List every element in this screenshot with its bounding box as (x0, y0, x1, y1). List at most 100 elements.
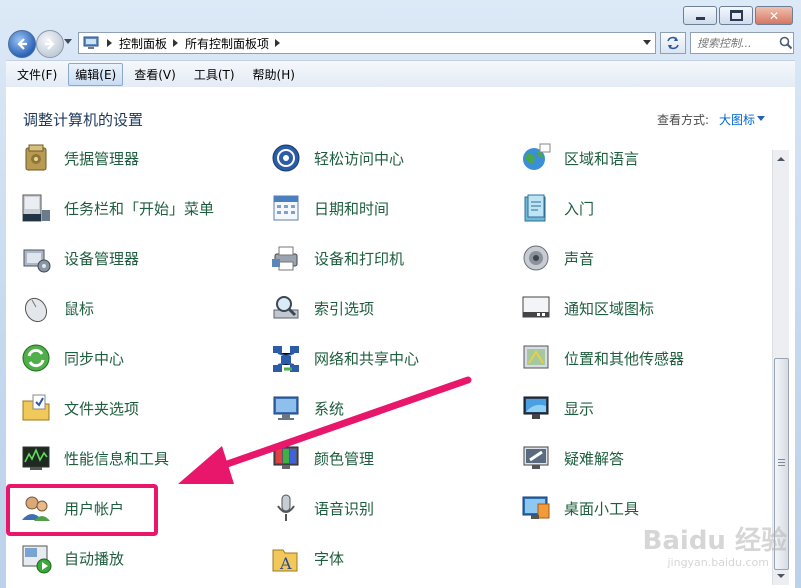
control-panel-item-label[interactable]: 设备管理器 (64, 248, 139, 269)
highlight-box (6, 484, 158, 536)
display-icon (523, 396, 549, 419)
control-panel-item-label[interactable]: 区域和语言 (564, 148, 639, 169)
notification-icon (522, 296, 550, 318)
sync-icon (22, 344, 50, 372)
breadcrumb-separator-icon[interactable] (173, 39, 179, 47)
vault-icon (25, 144, 47, 171)
control-panel-item[interactable]: 网络和共享中心 (270, 338, 419, 378)
control-panel-item-label[interactable]: 性能信息和工具 (64, 448, 169, 469)
control-panel-item[interactable]: 自动播放 (20, 538, 124, 578)
control-panel-item-label[interactable]: 位置和其他传感器 (564, 348, 684, 369)
control-panel-item[interactable]: A 字体 (270, 538, 344, 578)
address-bar[interactable]: 控制面板 所有控制面板项 (78, 32, 656, 54)
control-panel-item[interactable]: 轻松访问中心 (270, 138, 404, 178)
control-panel-item[interactable]: 索引选项 (270, 288, 374, 328)
menu-file[interactable]: 文件(F) (10, 63, 64, 86)
search-input[interactable] (691, 35, 775, 51)
address-dropdown-icon[interactable] (643, 40, 651, 45)
control-panel-item[interactable]: 日期和时间 (270, 188, 389, 228)
control-panel-item-label[interactable]: 网络和共享中心 (314, 348, 419, 369)
control-panel-item[interactable]: 通知区域图标 (520, 288, 654, 328)
control-panel-item-label[interactable]: 字体 (314, 548, 344, 569)
breadcrumb-control-panel[interactable]: 控制面板 (119, 35, 171, 52)
view-by-label: 查看方式: (656, 113, 709, 127)
control-panel-item-label[interactable]: 通知区域图标 (564, 298, 654, 319)
scroll-up-button[interactable] (775, 152, 787, 166)
control-panel-item[interactable]: 文件夹选项 (20, 388, 139, 428)
breadcrumb-all-items[interactable]: 所有控制面板项 (185, 35, 273, 52)
back-button[interactable] (8, 30, 36, 58)
control-panel-item[interactable]: 位置和其他传感器 (520, 338, 684, 378)
refresh-button[interactable] (660, 32, 686, 54)
view-by-chevron-icon[interactable] (757, 116, 765, 121)
control-panel-item-label[interactable]: 颜色管理 (314, 448, 374, 469)
maximize-icon (729, 10, 743, 21)
minimize-button[interactable] (683, 6, 717, 25)
control-panel-item-label[interactable]: 疑难解答 (564, 448, 624, 469)
forward-arrow-icon (45, 38, 55, 50)
control-panel-item[interactable]: 鼠标 (20, 288, 94, 328)
control-panel-item-label[interactable]: 同步中心 (64, 348, 124, 369)
control-panel-item[interactable]: 设备管理器 (20, 238, 139, 278)
control-panel-item-label[interactable]: 显示 (564, 398, 594, 419)
control-panel-item[interactable]: 设备和打印机 (270, 238, 404, 278)
gadgets-icon (522, 496, 550, 519)
scroll-down-button[interactable] (775, 569, 787, 583)
control-panel-item[interactable]: 声音 (520, 238, 594, 278)
control-panel-item[interactable]: 桌面小工具 (520, 488, 639, 528)
control-panel-item[interactable]: 性能信息和工具 (20, 438, 169, 478)
control-panel-item-label[interactable]: 声音 (564, 248, 594, 269)
control-panel-item-label[interactable]: 鼠标 (64, 298, 94, 319)
control-panel-item-label[interactable]: 凭据管理器 (64, 148, 139, 169)
recent-pages-chevron-icon[interactable] (64, 39, 72, 44)
back-arrow-icon (17, 38, 27, 50)
search-icon[interactable] (779, 36, 793, 50)
speaker-icon (523, 245, 549, 271)
control-panel-item[interactable]: 区域和语言 (520, 138, 639, 178)
breadcrumb-separator-icon[interactable] (275, 39, 281, 47)
view-by-dropdown[interactable]: 大图标 (719, 111, 755, 128)
watermark-logo: Baidu 经验 (642, 526, 787, 556)
control-panel-item[interactable]: 显示 (520, 388, 594, 428)
control-panel-item-label[interactable]: 语音识别 (314, 498, 374, 519)
control-panel-item-label[interactable]: 轻松访问中心 (314, 148, 404, 169)
close-button[interactable]: ✕ (755, 6, 793, 25)
watermark-url: jingyan.baidu.com (667, 556, 769, 569)
breadcrumb-separator-icon[interactable] (107, 39, 112, 47)
menu-help[interactable]: 帮助(H) (246, 63, 302, 86)
svg-text:A: A (279, 554, 292, 573)
control-panel-item-label[interactable]: 系统 (314, 398, 344, 419)
control-panel-item[interactable]: 语音识别 (270, 488, 374, 528)
control-panel-item[interactable]: 凭据管理器 (20, 138, 139, 178)
menu-edit[interactable]: 编辑(E) (68, 62, 124, 86)
maximize-button[interactable] (719, 6, 753, 25)
microphone-icon (277, 494, 295, 521)
control-panel-item-label[interactable]: 自动播放 (64, 548, 124, 569)
control-panel-item[interactable]: 入门 (520, 188, 594, 228)
control-panel-item[interactable]: 系统 (270, 388, 344, 428)
mouse-icon (24, 297, 48, 323)
control-panel-item[interactable]: 同步中心 (20, 338, 124, 378)
control-panel-item-label[interactable]: 文件夹选项 (64, 398, 139, 419)
control-panel-item-label[interactable]: 桌面小工具 (564, 498, 639, 519)
calendar-icon (273, 195, 299, 221)
control-panel-item-label[interactable]: 设备和打印机 (314, 248, 404, 269)
forward-button[interactable] (36, 30, 64, 58)
control-panel-item[interactable]: 疑难解答 (520, 438, 624, 478)
control-panel-item[interactable]: 颜色管理 (270, 438, 374, 478)
refresh-icon (667, 36, 679, 50)
control-panel-item-label[interactable]: 索引选项 (314, 298, 374, 319)
caption-buttons: ✕ (683, 6, 793, 25)
control-panel-item-label[interactable]: 入门 (564, 198, 594, 219)
control-panel-item-label[interactable]: 日期和时间 (314, 198, 389, 219)
scroll-down-icon (777, 574, 785, 578)
printer-icon (272, 246, 298, 271)
menu-view[interactable]: 查看(V) (127, 63, 183, 86)
search-box[interactable] (690, 32, 794, 54)
close-icon: ✕ (768, 8, 780, 23)
indexing-icon (273, 296, 299, 319)
control-panel-item-label[interactable]: 任务栏和「开始」菜单 (64, 198, 214, 219)
device-manager-icon (23, 249, 51, 273)
menu-tools[interactable]: 工具(T) (187, 63, 242, 86)
control-panel-item[interactable]: 任务栏和「开始」菜单 (20, 188, 214, 228)
